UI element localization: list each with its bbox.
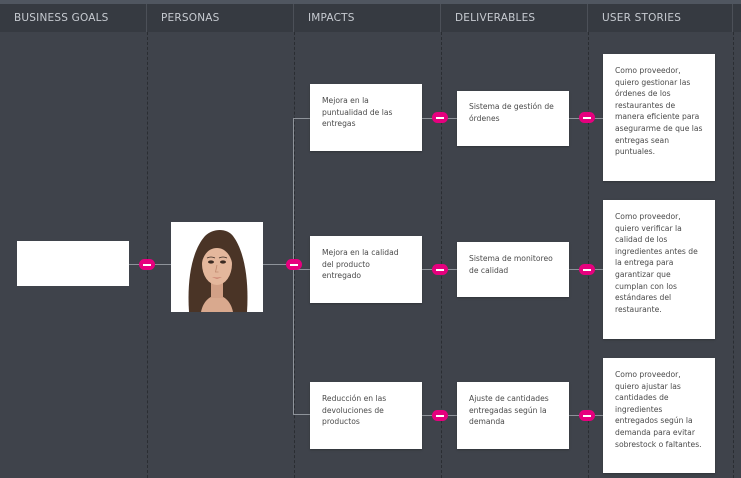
- impact-card[interactable]: Reducción en las devoluciones de product…: [310, 382, 422, 449]
- collapse-toggle-icon[interactable]: [432, 112, 448, 123]
- collapse-toggle-icon[interactable]: [432, 410, 448, 421]
- connector-line: [293, 414, 310, 415]
- impact-card[interactable]: Mejora en la calidad del producto entreg…: [310, 236, 422, 303]
- deliverable-card[interactable]: Sistema de gestión de órdenes: [457, 91, 569, 146]
- connector-line: [293, 118, 310, 119]
- user-story-card[interactable]: Como proveedor, quiero gestionar las órd…: [603, 54, 715, 181]
- impact-text: Mejora en la calidad del producto entreg…: [322, 248, 399, 281]
- collapse-toggle-icon[interactable]: [579, 410, 595, 421]
- column-header-user-stories: USER STORIES: [588, 4, 733, 32]
- deliverable-text: Ajuste de cantidades entregadas según la…: [469, 394, 549, 427]
- column-divider: [733, 32, 734, 478]
- impact-card[interactable]: Mejora en la puntualidad de las entregas: [310, 84, 422, 151]
- column-header-personas: PERSONAS: [147, 4, 294, 32]
- deliverable-text: Sistema de gestión de órdenes: [469, 102, 554, 123]
- column-header-row: BUSINESS GOALS PERSONAS IMPACTS DELIVERA…: [0, 4, 741, 32]
- user-story-text: Como proveedor, quiero verificar la cali…: [615, 212, 698, 314]
- user-story-card[interactable]: Como proveedor, quiero ajustar las canti…: [603, 358, 715, 473]
- impact-text: Reducción en las devoluciones de product…: [322, 394, 387, 427]
- woman-portrait-icon: [171, 222, 263, 312]
- column-divider: [294, 32, 295, 478]
- impact-text: Mejora en la puntualidad de las entregas: [322, 96, 393, 129]
- collapse-toggle-icon[interactable]: [139, 259, 155, 270]
- column-header-business-goals: BUSINESS GOALS: [0, 4, 147, 32]
- collapse-toggle-icon[interactable]: [286, 259, 302, 270]
- deliverable-card[interactable]: Ajuste de cantidades entregadas según la…: [457, 382, 569, 449]
- deliverable-text: Sistema de monitoreo de calidad: [469, 254, 553, 275]
- deliverable-card[interactable]: Sistema de monitoreo de calidad: [457, 242, 569, 297]
- collapse-toggle-icon[interactable]: [579, 112, 595, 123]
- user-story-card[interactable]: Como proveedor, quiero verificar la cali…: [603, 200, 715, 339]
- collapse-toggle-icon[interactable]: [579, 264, 595, 275]
- persona-avatar[interactable]: [171, 222, 263, 312]
- business-goal-card[interactable]: [17, 241, 129, 286]
- column-header-deliverables: DELIVERABLES: [441, 4, 588, 32]
- user-story-text: Como proveedor, quiero ajustar las canti…: [615, 370, 702, 449]
- collapse-toggle-icon[interactable]: [432, 264, 448, 275]
- user-story-text: Como proveedor, quiero gestionar las órd…: [615, 66, 703, 157]
- column-header-impacts: IMPACTS: [294, 4, 441, 32]
- column-divider: [147, 32, 148, 478]
